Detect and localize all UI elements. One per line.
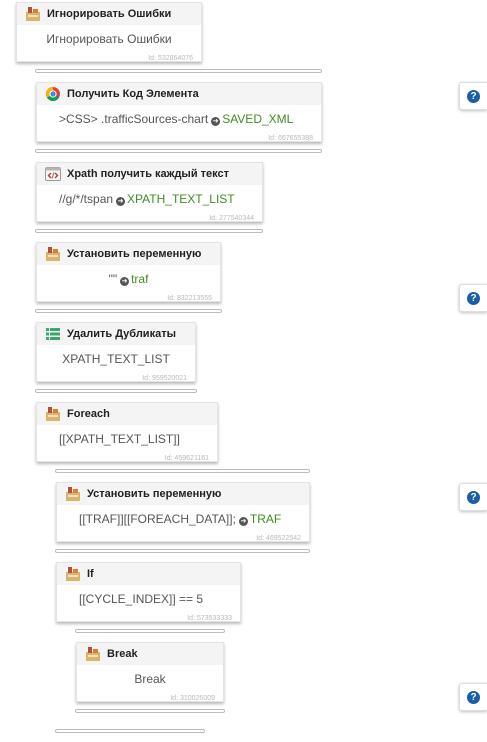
block-header: Xpath получить каждый текст: [37, 163, 262, 185]
block-id: Id: 959520021: [142, 375, 187, 382]
block-id: Id: 667655388: [268, 135, 313, 142]
block-body: [[TRAF]][[FOREACH_DATA]]; ➜ TRAF Id: 46952…: [57, 505, 309, 545]
block-content: [[XPATH_TEXT_LIST]]: [37, 432, 217, 446]
block-title: If: [87, 568, 94, 580]
action-block-set-variable[interactable]: Установить переменную [[TRAF]][[FOREACH_…: [56, 482, 310, 542]
help-button[interactable]: ?: [459, 82, 487, 110]
block-connector[interactable]: [35, 69, 322, 73]
block-target-variable: SAVED_XML: [222, 112, 294, 126]
block-content: "" ➜ traf: [37, 272, 220, 286]
zenno-block-icon: [86, 647, 100, 661]
block-id: Id: 832213555: [167, 295, 212, 302]
block-body: [[CYCLE_INDEX]] == 5 Id: 573533333: [57, 585, 240, 625]
block-target-variable: traf: [131, 272, 149, 286]
action-block-xpath-get-text[interactable]: Xpath получить каждый текст //g/*/tspan ➜…: [36, 162, 263, 222]
block-header: Игнорировать Ошибки: [17, 3, 201, 25]
zenno-block-icon: [26, 7, 40, 21]
block-id: Id: 277540344: [209, 215, 254, 222]
block-content: Break: [77, 672, 223, 686]
arrow-right-icon: ➜: [120, 277, 130, 286]
block-body: XPATH_TEXT_LIST Id: 959520021: [37, 345, 195, 385]
block-header: Установить переменную: [37, 243, 220, 265]
block-connector[interactable]: [55, 729, 205, 733]
block-connector[interactable]: [55, 469, 310, 473]
zenno-block-icon: [66, 487, 80, 501]
block-id: Id: 459621161: [164, 455, 209, 462]
block-value: Break: [134, 672, 166, 686]
block-content: Игнорировать Ошибки: [17, 32, 201, 46]
zenno-block-icon: [66, 567, 80, 581]
arrow-right-icon: ➜: [116, 197, 126, 206]
action-block-foreach[interactable]: Foreach [[XPATH_TEXT_LIST]] Id: 45962116…: [36, 402, 218, 462]
block-connector[interactable]: [75, 629, 225, 633]
block-header: If: [57, 563, 240, 585]
help-icon: ?: [467, 690, 480, 704]
block-body: Break Id: 310026009: [77, 665, 223, 705]
zenno-block-icon: [46, 407, 60, 421]
block-content: >CSS> .trafficSources-chart ➜ SAVED_XML: [37, 112, 321, 126]
block-value: [[TRAF]][[FOREACH_DATA]];: [79, 512, 236, 526]
help-button[interactable]: ?: [459, 483, 487, 511]
block-body: >CSS> .trafficSources-chart ➜ SAVED_XML Id…: [37, 105, 321, 145]
zenno-block-icon: [46, 247, 60, 261]
block-value: [[CYCLE_INDEX]] == 5: [79, 592, 204, 606]
block-title: Установить переменную: [67, 248, 202, 260]
help-icon: ?: [467, 490, 480, 504]
block-content: [[CYCLE_INDEX]] == 5: [57, 592, 240, 606]
action-block-set-variable[interactable]: Установить переменную "" ➜ traf Id: 832213…: [36, 242, 221, 302]
action-block-remove-duplicates[interactable]: Удалить Дубликаты XPATH_TEXT_LIST Id: 95…: [36, 322, 196, 382]
block-title: Удалить Дубликаты: [67, 328, 176, 340]
help-button[interactable]: ?: [459, 683, 487, 711]
block-target-variable: XPATH_TEXT_LIST: [127, 192, 235, 206]
block-body: "" ➜ traf Id: 832213555: [37, 265, 220, 305]
action-block-if[interactable]: If [[CYCLE_INDEX]] == 5 Id: 573533333: [56, 562, 241, 622]
block-connector[interactable]: [35, 389, 197, 393]
help-icon: ?: [467, 291, 480, 305]
block-connector[interactable]: [35, 149, 322, 153]
block-header: Удалить Дубликаты: [37, 323, 195, 345]
block-value: [[XPATH_TEXT_LIST]]: [59, 432, 180, 446]
block-value: >CSS> .trafficSources-chart: [59, 112, 209, 126]
help-button[interactable]: ?: [459, 284, 487, 312]
block-title: Foreach: [67, 408, 110, 420]
block-connector[interactable]: [55, 549, 310, 553]
block-header: Foreach: [37, 403, 217, 425]
block-value: //g/*/tspan: [59, 192, 114, 206]
block-content: XPATH_TEXT_LIST: [37, 352, 195, 366]
block-body: [[XPATH_TEXT_LIST]] Id: 459621161: [37, 425, 217, 465]
arrow-right-icon: ➜: [211, 117, 221, 126]
block-connector[interactable]: [35, 229, 263, 233]
block-connector[interactable]: [75, 709, 225, 713]
block-id: Id: 310026009: [170, 695, 215, 702]
action-block-ignore-errors[interactable]: Игнорировать Ошибки Игнорировать Ошибки …: [16, 2, 202, 62]
block-body: Игнорировать Ошибки Id: 532864076: [17, 25, 201, 65]
block-value: "": [108, 272, 118, 286]
block-id: Id: 469522542: [256, 535, 301, 542]
block-header: Установить переменную: [57, 483, 309, 505]
block-body: //g/*/tspan ➜ XPATH_TEXT_LIST Id: 27754034…: [37, 185, 262, 225]
block-title: Xpath получить каждый текст: [67, 168, 230, 180]
block-content: //g/*/tspan ➜ XPATH_TEXT_LIST: [37, 192, 262, 206]
chrome-icon: [46, 87, 60, 101]
block-target-variable: TRAF: [249, 512, 282, 526]
block-header: Получить Код Элемента: [37, 83, 321, 105]
block-value: Игнорировать Ошибки: [46, 32, 172, 46]
block-title: Break: [107, 648, 138, 660]
block-id: Id: 532864076: [148, 55, 193, 62]
block-title: Получить Код Элемента: [67, 88, 199, 100]
action-block-break[interactable]: Break Break Id: 310026009: [76, 642, 224, 702]
help-icon: ?: [467, 89, 480, 103]
block-header: Break: [77, 643, 223, 665]
block-value: XPATH_TEXT_LIST: [62, 352, 170, 366]
list-icon: [46, 328, 60, 340]
block-connector[interactable]: [35, 309, 222, 313]
block-content: [[TRAF]][[FOREACH_DATA]]; ➜ TRAF: [57, 512, 309, 526]
arrow-right-icon: ➜: [238, 517, 248, 526]
block-id: Id: 573533333: [187, 615, 232, 622]
block-title: Установить переменную: [87, 488, 222, 500]
action-block-get-element-code[interactable]: Получить Код Элемента >CSS> .trafficSour…: [36, 82, 322, 142]
block-title: Игнорировать Ошибки: [47, 8, 172, 20]
code-tag-icon: [45, 167, 61, 181]
